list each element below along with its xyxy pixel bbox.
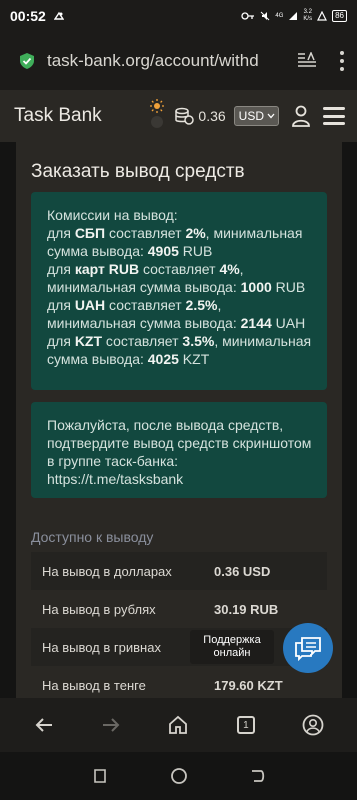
hamburger-menu-icon[interactable] [323, 107, 345, 125]
commission-notice: Комиссии на вывод: для СБП составляет 2%… [31, 192, 327, 390]
network-type: 4G [275, 12, 284, 19]
home-circle-icon[interactable] [170, 767, 188, 785]
table-row: На вывод в рублях 30.19 RUB [42, 601, 279, 617]
coins-icon [175, 107, 195, 125]
clock: 00:52 [10, 8, 46, 24]
commission-line: для СБП составляет 2%, минимальная сумма… [47, 225, 303, 259]
commission-line: для UAH составляет 2.5%, минимальная сум… [47, 297, 306, 331]
key-icon [241, 12, 255, 20]
signal-icon [289, 12, 298, 20]
browser-url-bar: task-bank.org/account/withd [0, 32, 357, 90]
arrow-left-icon [35, 718, 52, 732]
theme-toggle[interactable] [148, 99, 166, 133]
home-icon [169, 715, 188, 734]
currency-select[interactable]: USD [233, 106, 279, 126]
support-tooltip: Поддержка онлайн [190, 630, 274, 664]
account-button[interactable] [301, 713, 325, 737]
address-field[interactable]: task-bank.org/account/withd [47, 51, 285, 71]
commission-line: для карт RUB составляет 4%, минимальная … [47, 261, 306, 295]
browser-menu-icon[interactable] [339, 51, 345, 71]
profile-circle-icon [302, 714, 324, 736]
net-speed: 3.2 K/s [303, 9, 313, 22]
withdraw-card: Заказать вывод средств Комиссии на вывод… [16, 142, 342, 702]
reader-mode-icon[interactable] [297, 52, 317, 70]
system-nav-bar [0, 752, 357, 800]
page-title: Заказать вывод средств [31, 161, 245, 182]
arrow-right-icon [103, 718, 120, 732]
available-title: Доступно к выводу [31, 529, 154, 545]
home-button[interactable] [166, 713, 190, 737]
site-header: Task Bank 0.36 USD [0, 90, 357, 142]
battery-indicator: 86 [332, 10, 347, 22]
available-table: На вывод в долларах 0.36 USD На вывод в р… [31, 552, 327, 702]
tab-count: 1 [236, 716, 255, 734]
status-bar: 00:52 4G 3.2 K/s 86 [0, 0, 357, 32]
secure-shield-icon[interactable] [20, 53, 34, 69]
tabs-button[interactable]: 1 [234, 713, 258, 737]
confirm-notice: Пожалуйста, после вывода средств, подтве… [31, 402, 327, 498]
system-back-icon[interactable] [249, 767, 267, 785]
chat-bubbles-icon [295, 637, 321, 661]
mute-icon [261, 11, 270, 21]
forward-button[interactable] [99, 713, 123, 737]
browser-bottom-nav: 1 [0, 698, 357, 752]
sun-icon [150, 99, 165, 113]
table-row: На вывод в долларах 0.36 USD [31, 552, 327, 590]
chevron-down-icon [267, 113, 275, 119]
alert-icon [317, 11, 328, 21]
back-button[interactable] [32, 713, 56, 737]
recents-icon[interactable] [91, 767, 109, 785]
balance-amount: 0.36 [198, 108, 226, 124]
moon-icon [151, 116, 164, 128]
notification-icon [53, 11, 64, 20]
table-row: На вывод в тенге 179.60 KZT [42, 677, 283, 693]
user-icon[interactable] [291, 105, 311, 127]
commission-line: для KZT составляет 3.5%, минимальная сум… [47, 333, 312, 367]
site-logo[interactable]: Task Bank [14, 105, 102, 127]
support-chat-button[interactable] [283, 623, 333, 673]
